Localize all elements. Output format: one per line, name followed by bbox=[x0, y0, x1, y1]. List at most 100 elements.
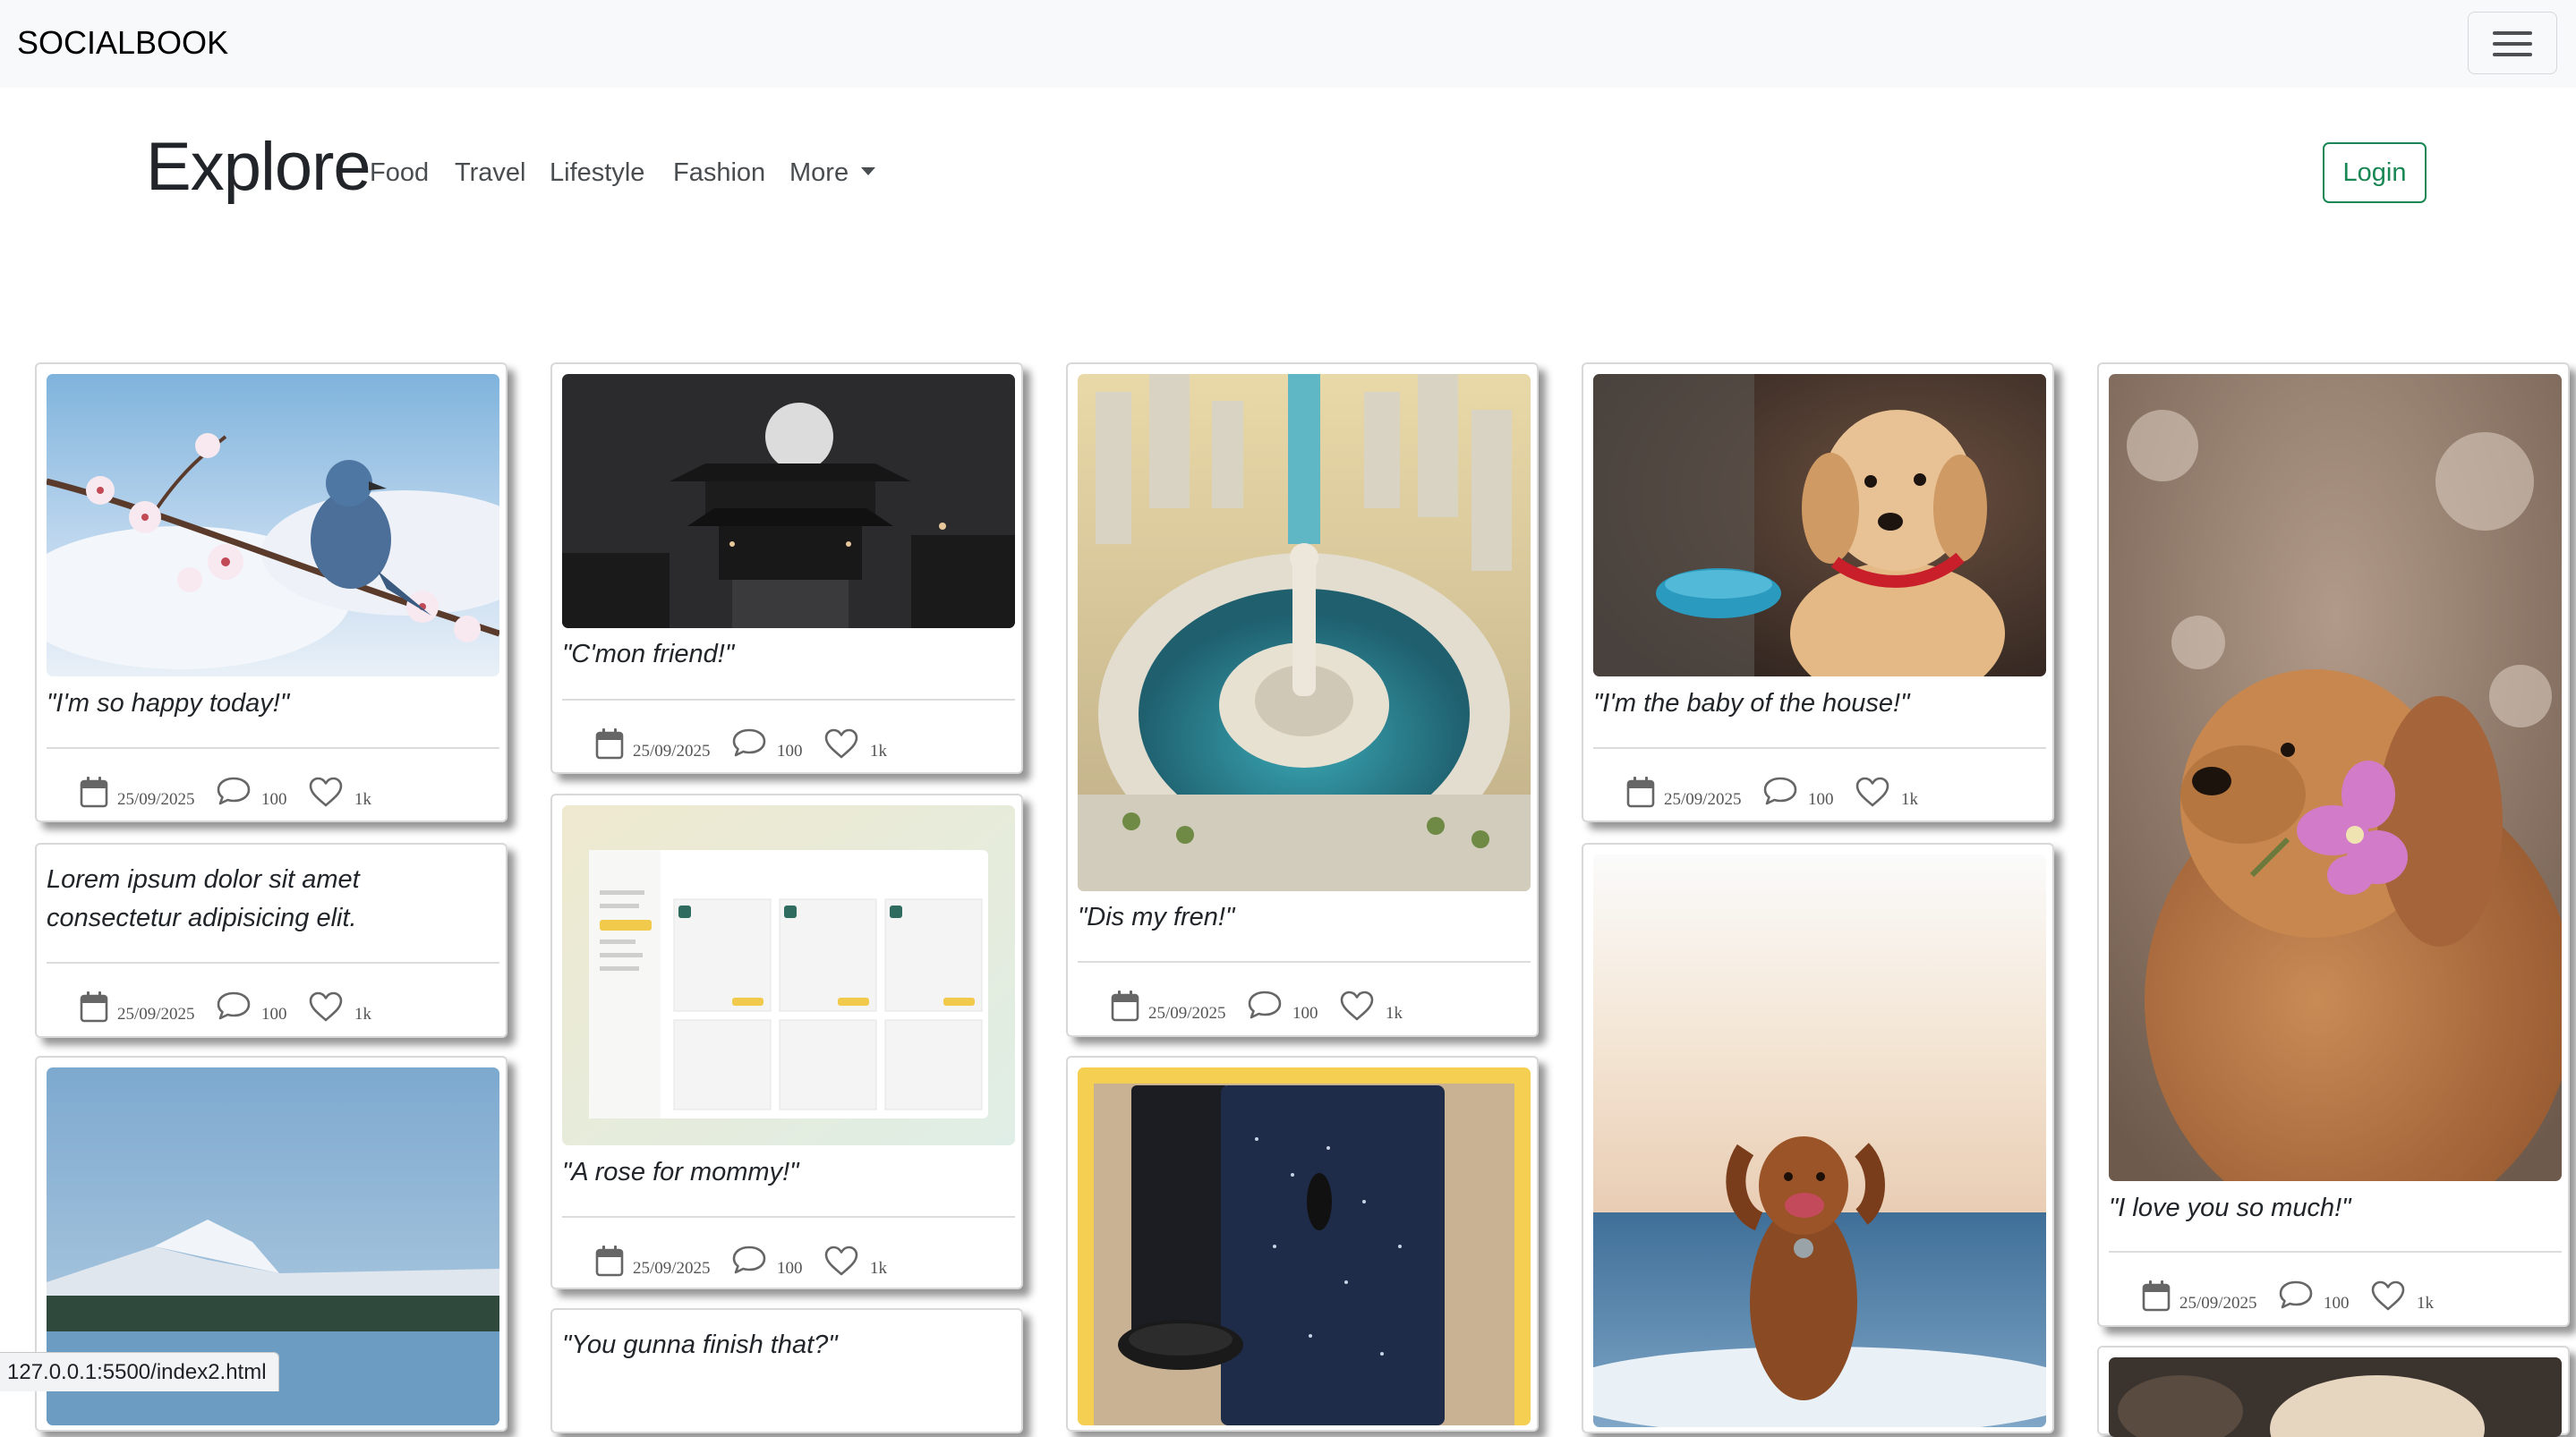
post-meta: 25/09/2025 100 1k bbox=[595, 1245, 935, 1280]
post-date: 25/09/2025 bbox=[117, 790, 195, 809]
post-date: 25/09/2025 bbox=[633, 742, 711, 761]
post-card: "I'm the baby of the house!" 25/09/2025 … bbox=[1582, 362, 2054, 822]
status-bar-url: 127.0.0.1:5500/index2.html bbox=[0, 1352, 279, 1391]
like-count: 1k bbox=[870, 742, 887, 761]
calendar-icon bbox=[1111, 990, 1139, 1022]
heart-icon[interactable] bbox=[308, 991, 344, 1023]
heart-icon[interactable] bbox=[1339, 990, 1375, 1022]
hamburger-icon bbox=[2493, 31, 2532, 35]
calendar-icon bbox=[1626, 776, 1655, 808]
post-meta: 25/09/2025 100 1k bbox=[2142, 1280, 2482, 1315]
post-caption: Lorem ipsum dolor sit amet consectetur a… bbox=[47, 865, 360, 932]
comment-count: 100 bbox=[777, 742, 803, 761]
like-count: 1k bbox=[2417, 1294, 2434, 1313]
nav-link-travel[interactable]: Travel bbox=[455, 155, 526, 191]
post-caption: "You gunna finish that?" bbox=[562, 1331, 838, 1359]
post-date: 25/09/2025 bbox=[1148, 1004, 1226, 1023]
post-meta: 25/09/2025 100 1k bbox=[1111, 990, 1451, 1025]
post-photo[interactable] bbox=[2109, 374, 2562, 1181]
post-date: 25/09/2025 bbox=[1664, 790, 1742, 809]
nav-link-lifestyle[interactable]: Lifestyle bbox=[550, 155, 644, 191]
nav-link-fashion[interactable]: Fashion bbox=[673, 155, 765, 191]
like-count: 1k bbox=[1386, 1004, 1403, 1023]
comment-count: 100 bbox=[2324, 1294, 2350, 1313]
calendar-icon bbox=[2142, 1280, 2171, 1312]
comment-count: 100 bbox=[1292, 1004, 1318, 1023]
post-caption: "I'm so happy today!" bbox=[47, 689, 290, 718]
menu-toggle-button[interactable] bbox=[2468, 12, 2557, 74]
calendar-icon bbox=[595, 727, 624, 760]
post-card: "Dis my fren!" 25/09/2025 100 1k bbox=[1066, 362, 1539, 1037]
heart-icon[interactable] bbox=[823, 727, 859, 760]
hamburger-icon bbox=[2493, 53, 2532, 56]
calendar-icon bbox=[80, 991, 108, 1023]
nav-dropdown-more[interactable]: More bbox=[789, 155, 876, 191]
post-card: "A rose for mommy!" 25/09/2025 100 1k bbox=[550, 794, 1023, 1289]
post-date: 25/09/2025 bbox=[633, 1259, 711, 1278]
card-divider bbox=[1078, 961, 1531, 963]
comment-icon[interactable] bbox=[216, 991, 252, 1021]
card-divider bbox=[47, 962, 499, 964]
post-caption: "Dis my fren!" bbox=[1078, 903, 1235, 931]
post-photo[interactable] bbox=[562, 374, 1015, 628]
like-count: 1k bbox=[870, 1259, 887, 1278]
comment-icon[interactable] bbox=[216, 776, 252, 806]
comment-icon[interactable] bbox=[1762, 776, 1798, 806]
post-photo[interactable] bbox=[47, 374, 499, 676]
calendar-icon bbox=[595, 1245, 624, 1277]
post-photo[interactable] bbox=[2109, 1357, 2562, 1437]
post-card: "You gunna finish that?" bbox=[550, 1308, 1023, 1433]
post-meta: 25/09/2025 100 1k bbox=[80, 991, 420, 1026]
post-meta: 25/09/2025 100 1k bbox=[1626, 776, 1966, 812]
comment-icon[interactable] bbox=[731, 727, 767, 758]
comment-count: 100 bbox=[1808, 790, 1834, 809]
post-meta: 25/09/2025 100 1k bbox=[595, 727, 935, 763]
page-title: Explore bbox=[146, 129, 371, 205]
like-count: 1k bbox=[354, 790, 371, 809]
card-divider bbox=[562, 1216, 1015, 1218]
comment-icon[interactable] bbox=[1247, 990, 1283, 1020]
login-button[interactable]: Login bbox=[2323, 142, 2427, 203]
post-caption: "I'm the baby of the house!" bbox=[1593, 689, 1910, 718]
post-card bbox=[1066, 1056, 1539, 1432]
post-card bbox=[2097, 1346, 2570, 1437]
card-divider bbox=[1593, 747, 2046, 749]
comment-count: 100 bbox=[777, 1259, 803, 1278]
post-caption: "I love you so much!" bbox=[2109, 1194, 2351, 1222]
heart-icon[interactable] bbox=[308, 776, 344, 808]
heart-icon[interactable] bbox=[1855, 776, 1890, 808]
hamburger-icon bbox=[2493, 42, 2532, 46]
comment-icon[interactable] bbox=[731, 1245, 767, 1275]
post-date: 25/09/2025 bbox=[2179, 1294, 2257, 1313]
post-card: Lorem ipsum dolor sit amet consectetur a… bbox=[35, 843, 508, 1038]
card-divider bbox=[2109, 1251, 2562, 1253]
calendar-icon bbox=[80, 776, 108, 808]
nav-link-more-label: More bbox=[789, 158, 849, 187]
comment-count: 100 bbox=[261, 1005, 287, 1024]
post-photo[interactable] bbox=[1593, 855, 2046, 1427]
post-card: "I'm so happy today!" 25/09/2025 100 1k bbox=[35, 362, 508, 822]
caret-down-icon bbox=[861, 166, 876, 175]
heart-icon[interactable] bbox=[2370, 1280, 2406, 1312]
post-caption: "C'mon friend!" bbox=[562, 640, 735, 668]
like-count: 1k bbox=[354, 1005, 371, 1024]
comment-icon[interactable] bbox=[2278, 1280, 2314, 1310]
heart-icon[interactable] bbox=[823, 1245, 859, 1277]
post-caption: "A rose for mommy!" bbox=[562, 1158, 799, 1186]
post-date: 25/09/2025 bbox=[117, 1005, 195, 1024]
post-photo[interactable] bbox=[1593, 374, 2046, 676]
post-card: "C'mon friend!" 25/09/2025 100 1k bbox=[550, 362, 1023, 774]
brand-logo[interactable]: SOCIALBOOK bbox=[17, 23, 228, 63]
like-count: 1k bbox=[1901, 790, 1918, 809]
card-divider bbox=[562, 699, 1015, 701]
post-card: "I love you so much!" 25/09/2025 100 1k bbox=[2097, 362, 2570, 1327]
post-photo[interactable] bbox=[562, 805, 1015, 1145]
comment-count: 100 bbox=[261, 790, 287, 809]
nav-link-food[interactable]: Food bbox=[370, 155, 429, 191]
post-photo[interactable] bbox=[1078, 374, 1531, 891]
post-meta: 25/09/2025 100 1k bbox=[80, 776, 420, 812]
post-card bbox=[1582, 843, 2054, 1433]
top-navbar: SOCIALBOOK bbox=[0, 0, 2576, 88]
post-photo[interactable] bbox=[1078, 1067, 1531, 1425]
card-divider bbox=[47, 747, 499, 749]
